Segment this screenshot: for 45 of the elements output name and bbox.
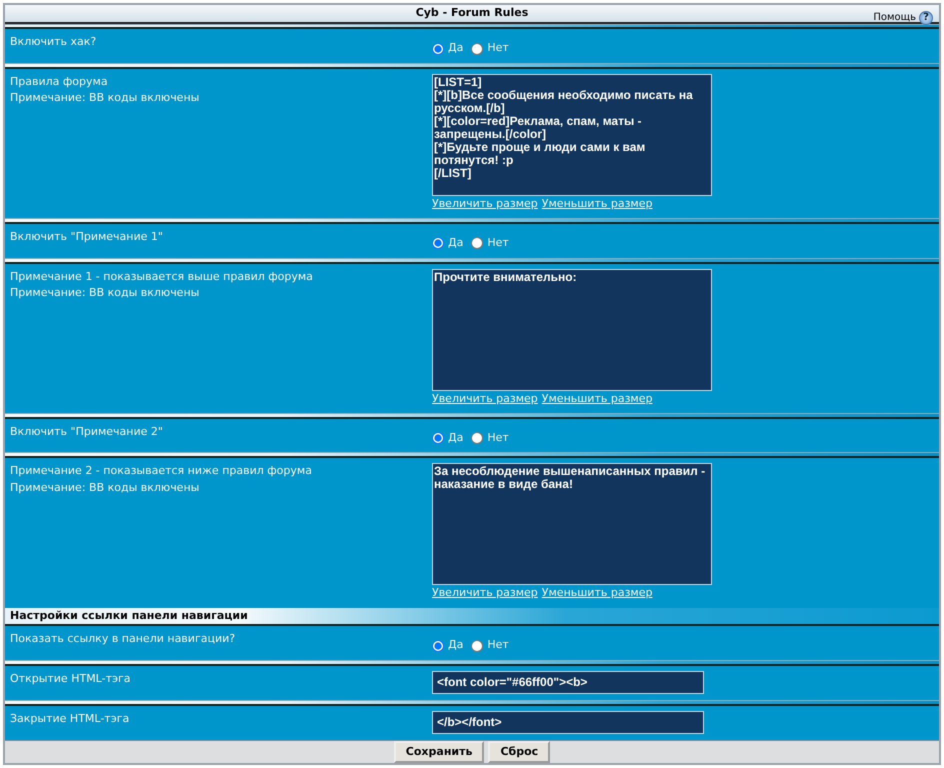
resize-link[interactable]: Увеличить размер bbox=[432, 390, 538, 407]
text-area[interactable]: Прочтите внимательно: bbox=[432, 268, 712, 390]
help-icon[interactable]: ? bbox=[919, 10, 933, 24]
radio-button[interactable] bbox=[471, 237, 484, 250]
field-label: Включить хак? bbox=[10, 34, 98, 50]
radio-label[interactable]: Нет bbox=[487, 430, 509, 446]
resize-link[interactable]: Уменьшить размер bbox=[542, 196, 652, 212]
text-area[interactable]: [LIST=1] [*][b]Все сообщения необходимо писать на русском.[/b] [*][color=red]Реклама, спам, маты - запрещены.[/color] [*]Будьте проще и люди сами к вам потянутся! :p [/LIST] bbox=[432, 74, 712, 196]
radio-label[interactable]: Нет bbox=[487, 40, 509, 57]
field-label: Примечание 1 - показывается выше правил форума bbox=[10, 268, 314, 284]
radio-label[interactable]: Да bbox=[448, 637, 464, 654]
text-area[interactable]: За несоблюдение вышенаписанных правил - наказание в виде бана! bbox=[432, 463, 712, 586]
radio-button[interactable] bbox=[432, 237, 444, 250]
radio-label[interactable]: Да bbox=[448, 40, 464, 57]
field-note: Примечание: BB коды включены bbox=[10, 480, 200, 496]
text-field[interactable]: </b></font> bbox=[432, 710, 704, 734]
field-note: Примечание: BB коды включены bbox=[10, 90, 200, 106]
field-label: Включить "Примечание 2" bbox=[10, 424, 164, 440]
save-button[interactable]: Сохранить bbox=[394, 740, 484, 763]
radio-button[interactable] bbox=[432, 42, 444, 55]
resize-link[interactable]: Увеличить размер bbox=[432, 585, 538, 602]
radio-label[interactable]: Да bbox=[448, 235, 464, 252]
radio-button[interactable] bbox=[471, 42, 484, 55]
text-field[interactable]: <font color="#66ff00"><b> bbox=[432, 670, 704, 694]
radio-label[interactable]: Нет bbox=[487, 637, 509, 654]
radio-button[interactable] bbox=[471, 432, 484, 444]
help-link[interactable]: Помощь bbox=[873, 10, 916, 25]
radio-button[interactable] bbox=[432, 640, 444, 652]
reset-button[interactable]: Сброс bbox=[488, 740, 550, 763]
radio-label[interactable]: Нет bbox=[487, 235, 509, 252]
radio-button[interactable] bbox=[471, 640, 484, 652]
field-label: Закрытие HTML-тэга bbox=[10, 710, 130, 726]
resize-link[interactable]: Увеличить размер bbox=[432, 196, 538, 212]
radio-label[interactable]: Да bbox=[448, 430, 464, 446]
field-label: Включить "Примечание 1" bbox=[10, 229, 164, 246]
field-label: Правила форума bbox=[10, 74, 109, 90]
radio-button[interactable] bbox=[432, 432, 444, 444]
field-label: Показать ссылку в панели навигации? bbox=[10, 631, 236, 648]
field-label: Примечание 2 - показывается ниже правил форума bbox=[10, 463, 313, 480]
field-label: Открытие HTML-тэга bbox=[10, 670, 132, 687]
resize-link[interactable]: Уменьшить размер bbox=[542, 390, 652, 407]
resize-link[interactable]: Уменьшить размер bbox=[542, 585, 652, 602]
section-header: Настройки ссылки панели навигации bbox=[5, 608, 939, 626]
field-note: Примечание: BB коды включены bbox=[10, 285, 200, 301]
window-title: Cyb - Forum Rules bbox=[416, 5, 528, 21]
